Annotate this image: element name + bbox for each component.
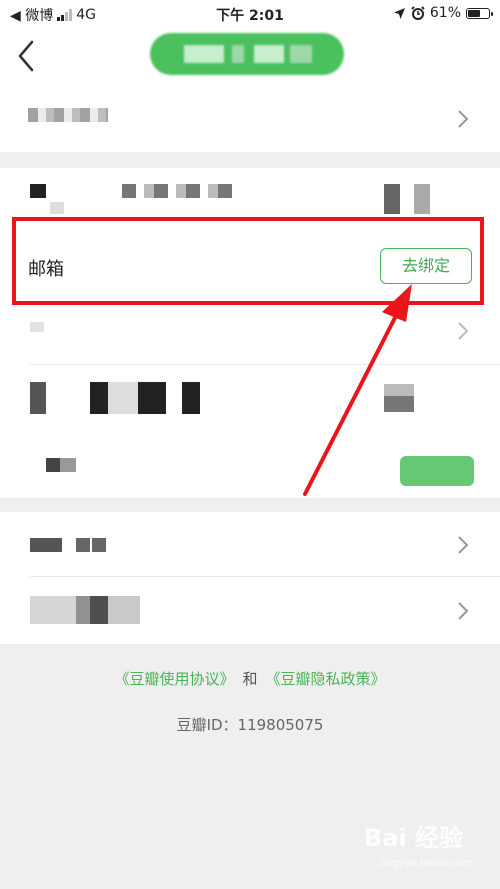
douban-id-label: 豆瓣ID：119805075 — [176, 716, 324, 734]
baidu-watermark: Bai 经验 — [364, 824, 464, 852]
user-agreement-link[interactable]: 《豆瓣使用协议》 — [114, 670, 234, 688]
privacy-policy-link[interactable]: 《豆瓣隐私政策》 — [266, 670, 386, 688]
footer-links: 《豆瓣使用协议》和《豆瓣隐私政策》 — [0, 668, 500, 689]
annotation-arrow — [303, 284, 412, 496]
and-text: 和 — [242, 670, 258, 688]
baidu-watermark-url: jingyan.baidu.com — [380, 858, 473, 869]
